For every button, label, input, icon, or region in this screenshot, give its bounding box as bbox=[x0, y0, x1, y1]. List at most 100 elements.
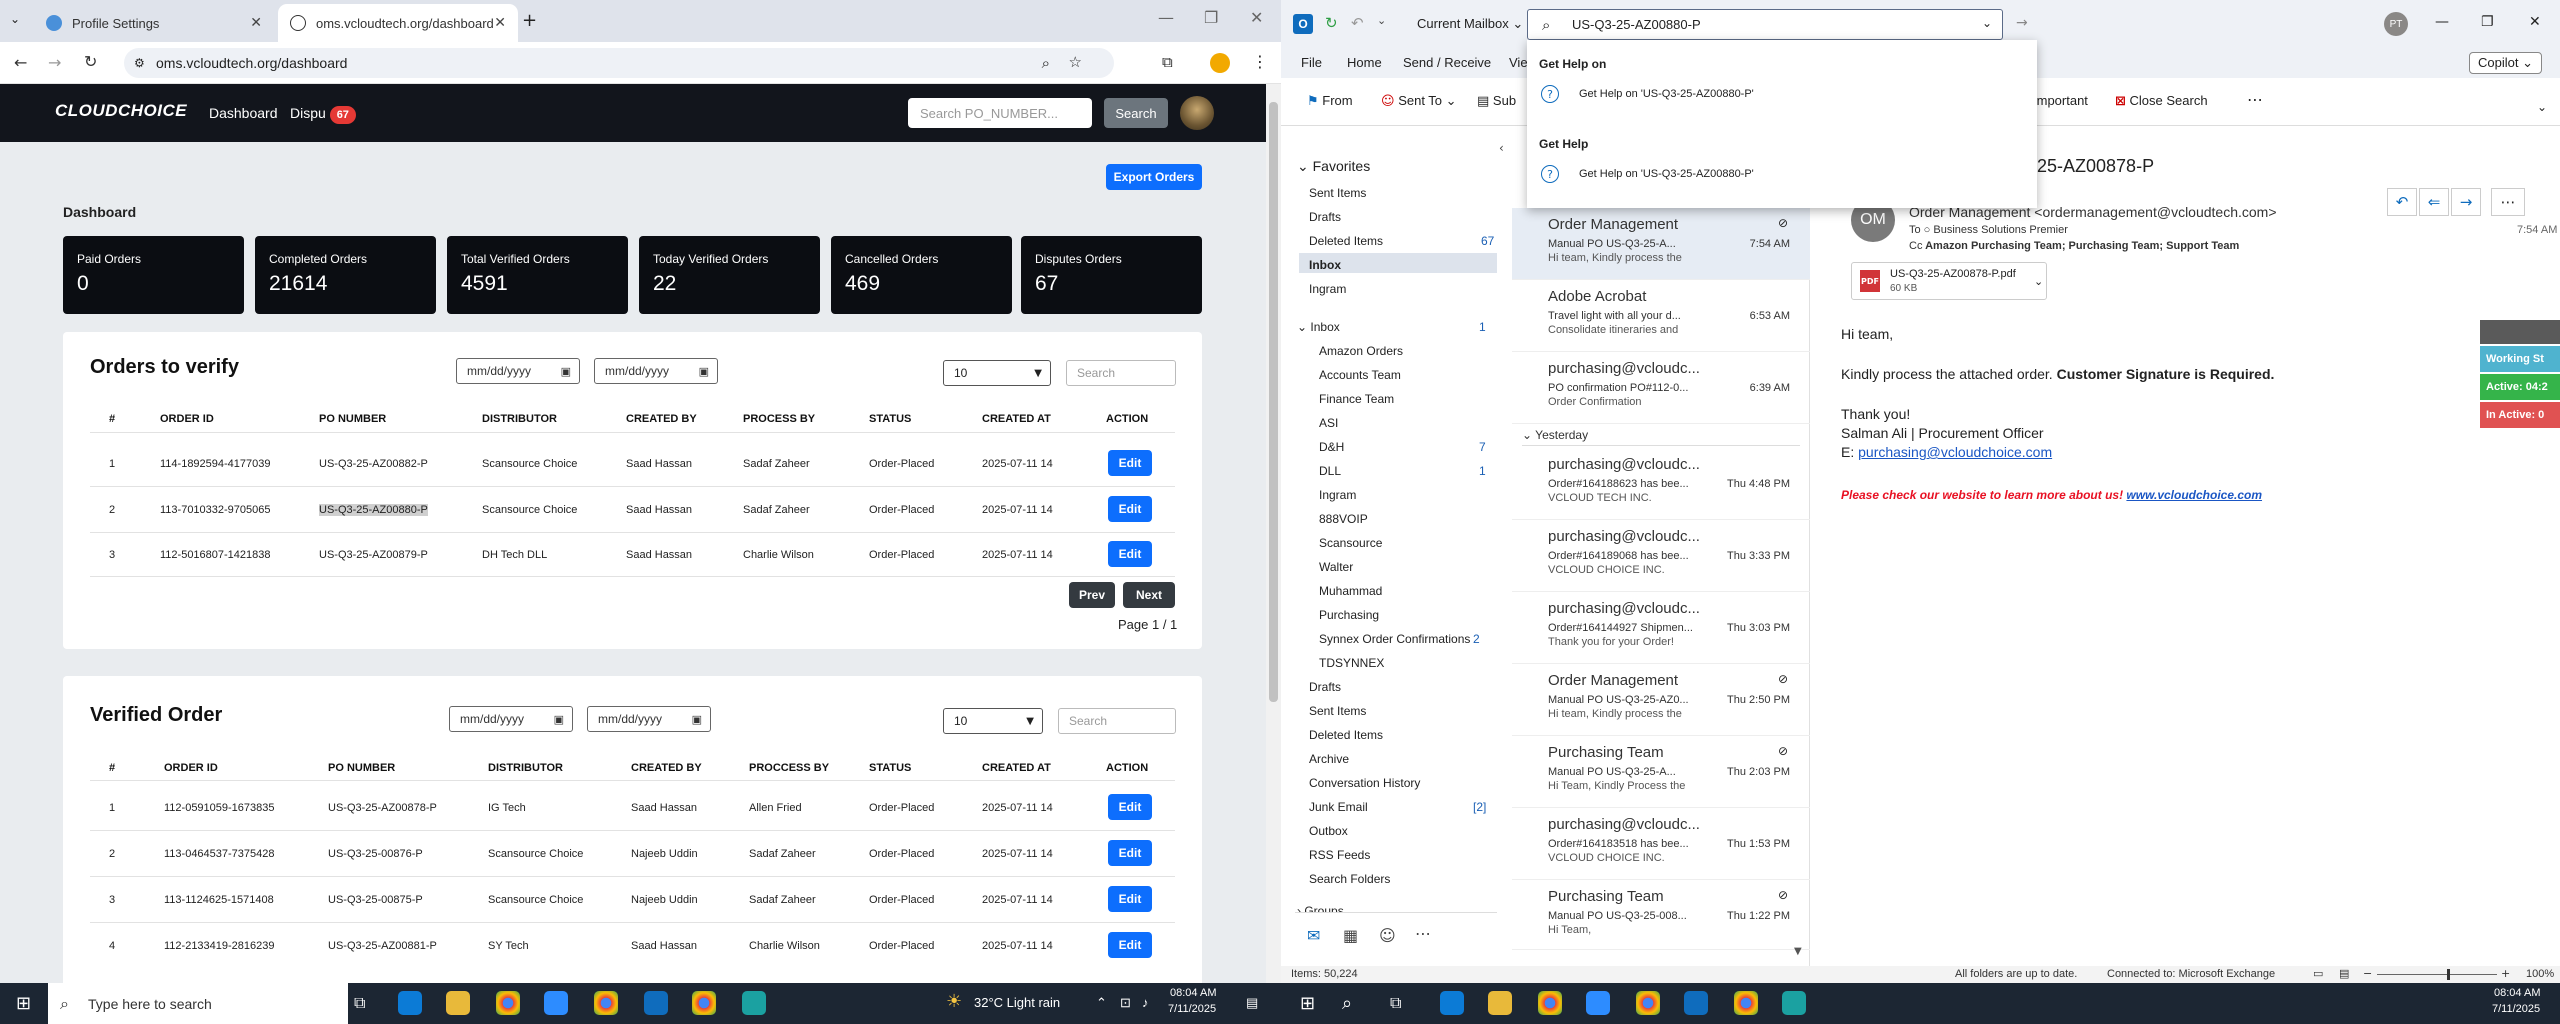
folder-item[interactable]: DLL 1 bbox=[1319, 464, 1486, 478]
user-avatar[interactable]: PT bbox=[2384, 12, 2408, 36]
folder-item[interactable]: Ingram bbox=[1319, 488, 1356, 502]
windows-start-icon[interactable]: ⊞ bbox=[1300, 993, 1315, 1014]
search-go-icon[interactable]: → bbox=[2016, 15, 2028, 31]
edit-button[interactable]: Edit bbox=[1108, 541, 1152, 567]
network-icon[interactable]: ⊡ bbox=[1120, 995, 1131, 1011]
edit-button[interactable]: Edit bbox=[1108, 932, 1152, 958]
close-window-icon[interactable]: ✕ bbox=[2529, 14, 2541, 30]
search-icon[interactable]: ⌕ bbox=[1342, 993, 1352, 1014]
app-icon[interactable] bbox=[742, 991, 766, 1015]
edit-button[interactable]: Edit bbox=[1108, 840, 1152, 866]
status-tag-inactive[interactable]: In Active: 0 bbox=[2480, 402, 2560, 428]
next-button[interactable]: Next bbox=[1123, 582, 1175, 608]
folder-item[interactable]: Deleted Items bbox=[1309, 728, 1383, 742]
extensions-icon[interactable]: ⧉ bbox=[1162, 53, 1173, 71]
clock-time[interactable]: 08:04 AM bbox=[1170, 987, 1216, 999]
maximize-icon[interactable]: ❐ bbox=[2481, 14, 2494, 30]
address-bar[interactable]: ⚙ oms.vcloudtech.org/dashboard ⌕ ☆ bbox=[124, 48, 1114, 78]
zoom-in-icon[interactable]: + bbox=[2501, 967, 2510, 980]
folder-item[interactable]: Scansource bbox=[1319, 536, 1382, 550]
clock-time[interactable]: 08:04 AM bbox=[2494, 987, 2540, 999]
collapse-ribbon-icon[interactable]: ⌄ bbox=[2537, 100, 2547, 114]
tab-profile-settings[interactable]: Profile Settings ✕ bbox=[34, 4, 274, 42]
zoom-app-icon[interactable] bbox=[544, 991, 568, 1015]
message-item[interactable]: Purchasing Team ⊘ Manual PO US-Q3-25-A..… bbox=[1512, 736, 1810, 808]
menu-dots-icon[interactable]: ⋮ bbox=[1252, 52, 1268, 71]
page-scrollbar[interactable] bbox=[1266, 84, 1281, 983]
nav-disputes[interactable]: Dispu 67 bbox=[290, 105, 356, 124]
attachment-chip[interactable]: PDF US-Q3-25-AZ00878-P.pdf 60 KB ⌄ bbox=[1851, 262, 2047, 300]
cell-po-number-selected[interactable]: US-Q3-25-AZ00880-P bbox=[319, 504, 428, 516]
folder-item[interactable]: Junk Email [2] bbox=[1309, 800, 1486, 814]
reload-icon[interactable]: ↻ bbox=[84, 52, 97, 71]
send-receive-icon[interactable]: ↻ bbox=[1325, 14, 1338, 32]
task-view-icon[interactable]: ⧉ bbox=[1390, 993, 1401, 1013]
from-button[interactable]: ⚑ From bbox=[1307, 93, 1353, 109]
favorites-header[interactable]: ⌄ Favorites bbox=[1297, 158, 1370, 175]
zoom-out-icon[interactable]: − bbox=[2363, 967, 2372, 980]
calendar-icon[interactable]: ▣ bbox=[692, 713, 702, 726]
important-button[interactable]: Important bbox=[2033, 93, 2088, 108]
mail-icon[interactable]: ✉ bbox=[1307, 926, 1320, 945]
export-orders-button[interactable]: Export Orders bbox=[1106, 164, 1202, 190]
edit-button[interactable]: Edit bbox=[1108, 886, 1152, 912]
folder-item[interactable]: Sent Items bbox=[1309, 186, 1366, 200]
chevron-down-icon[interactable]: ⌄ bbox=[1982, 16, 1992, 30]
clock-date[interactable]: 7/11/2025 bbox=[1168, 1003, 1216, 1015]
prev-button[interactable]: Prev bbox=[1069, 582, 1115, 608]
zoom-slider[interactable] bbox=[2377, 974, 2497, 975]
maximize-icon[interactable]: ❐ bbox=[1204, 8, 1218, 27]
chrome-icon[interactable] bbox=[496, 991, 520, 1015]
volume-icon[interactable]: ♪ bbox=[1142, 995, 1149, 1010]
close-icon[interactable]: ✕ bbox=[494, 15, 506, 31]
folder-item[interactable]: Outbox bbox=[1309, 824, 1348, 838]
windows-start-icon[interactable]: ⊞ bbox=[16, 993, 31, 1014]
menu-view[interactable]: Vie bbox=[1509, 55, 1528, 70]
inbox-group-header[interactable]: ⌄ Inbox 1 bbox=[1297, 320, 1486, 334]
folder-item[interactable]: Purchasing bbox=[1319, 608, 1379, 622]
taskbar-search-input[interactable]: ⌕ Type here to search bbox=[48, 983, 348, 1024]
chrome-icon[interactable] bbox=[1636, 991, 1660, 1015]
status-tag-active[interactable]: Active: 04:2 bbox=[2480, 374, 2560, 400]
forward-icon[interactable]: → bbox=[48, 53, 61, 72]
folder-item[interactable]: Amazon Orders bbox=[1319, 344, 1403, 358]
message-item[interactable]: purchasing@vcloudc... Order#164183518 ha… bbox=[1512, 808, 1810, 880]
copilot-button[interactable]: Copilot ⌄ bbox=[2469, 52, 2542, 74]
promo-link[interactable]: www.vcloudchoice.com bbox=[2126, 488, 2262, 502]
table-search-input[interactable]: Search bbox=[1066, 360, 1176, 386]
folder-item[interactable]: RSS Feeds bbox=[1309, 848, 1370, 862]
folder-item[interactable]: Muhammad bbox=[1319, 584, 1382, 598]
weather-text[interactable]: 32°C Light rain bbox=[974, 995, 1060, 1010]
reply-all-icon[interactable]: ⇐ bbox=[2419, 188, 2449, 216]
message-item[interactable]: purchasing@vcloudc... PO confirmation PO… bbox=[1512, 352, 1810, 424]
close-search-button[interactable]: ⊠ Close Search bbox=[2115, 93, 2208, 109]
message-item[interactable]: Order Management ⊘ Manual PO US-Q3-25-AZ… bbox=[1512, 664, 1810, 736]
bookmark-star-icon[interactable]: ☆ bbox=[1069, 53, 1082, 71]
task-view-icon[interactable]: ⧉ bbox=[354, 993, 365, 1013]
message-item-selected[interactable]: Order Management ⊘ Manual PO US-Q3-25-A.… bbox=[1512, 208, 1810, 280]
outlook-icon[interactable] bbox=[644, 991, 668, 1015]
signature-email-link[interactable]: purchasing@vcloudchoice.com bbox=[1858, 444, 2052, 460]
reading-view-icon[interactable]: ▤ bbox=[2339, 967, 2349, 980]
menu-send-receive[interactable]: Send / Receive bbox=[1403, 55, 1491, 70]
date-to-input[interactable]: mm/dd/yyyy ▣ bbox=[594, 358, 718, 384]
date-to-input[interactable]: mm/dd/yyyy ▣ bbox=[587, 706, 711, 732]
mailbox-scope-dropdown[interactable]: Current Mailbox ⌄ bbox=[1417, 16, 1523, 32]
date-from-input[interactable]: mm/dd/yyyy ▣ bbox=[456, 358, 580, 384]
more-actions-icon[interactable]: ⋯ bbox=[2491, 188, 2525, 216]
folder-item[interactable]: Conversation History bbox=[1309, 776, 1420, 790]
more-options-icon[interactable]: ⋯ bbox=[2247, 90, 2263, 109]
folder-item[interactable]: Deleted Items 67 bbox=[1309, 234, 1495, 248]
tab-search-icon[interactable]: ⌄ bbox=[10, 12, 20, 26]
message-item[interactable]: purchasing@vcloudc... Order#164189068 ha… bbox=[1512, 520, 1810, 592]
edit-button[interactable]: Edit bbox=[1108, 794, 1152, 820]
close-window-icon[interactable]: ✕ bbox=[1250, 8, 1263, 27]
close-icon[interactable]: ✕ bbox=[250, 15, 262, 31]
minimize-icon[interactable]: — bbox=[1158, 8, 1174, 27]
suggestion-item[interactable]: ? Get Help on 'US-Q3-25-AZ00880-P' bbox=[1527, 82, 2037, 108]
profile-avatar[interactable] bbox=[1210, 53, 1230, 73]
date-from-input[interactable]: mm/dd/yyyy ▣ bbox=[449, 706, 573, 732]
folder-item[interactable]: Synnex Order Confirmations 2 bbox=[1319, 632, 1480, 646]
nav-dashboard[interactable]: Dashboard bbox=[209, 105, 278, 121]
tab-dashboard[interactable]: oms.vcloudtech.org/dashboard ✕ bbox=[278, 4, 518, 42]
